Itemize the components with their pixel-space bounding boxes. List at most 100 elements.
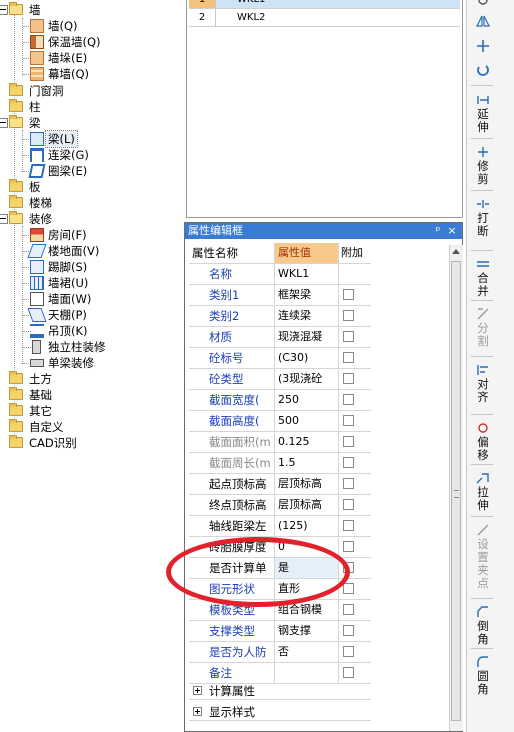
property-value[interactable]: (3现浇砼 (275, 369, 339, 389)
property-row[interactable]: 截面高度(500 (189, 411, 371, 432)
tree-item-wall[interactable]: 墙(Q) (0, 18, 170, 34)
toolbar-split-button[interactable]: 分割 (470, 308, 496, 348)
tree-item-column[interactable]: 柱 (0, 99, 170, 115)
tree-item-beam-category[interactable]: 梁 (0, 115, 170, 131)
property-row[interactable]: 类别1 框架梁 (189, 285, 371, 306)
property-value[interactable]: 组合钢模 (275, 600, 339, 620)
tree-item-floor[interactable]: 楼地面(V) (0, 243, 170, 259)
tree-item-insulation-wall[interactable]: 保温墙(Q) (0, 34, 170, 50)
collapse-icon[interactable] (0, 5, 8, 15)
property-row[interactable]: 是否计算单是 (189, 558, 371, 579)
property-group-row[interactable]: 显示样式 (189, 702, 371, 721)
tree-item-slab[interactable]: 板 (0, 179, 170, 195)
property-row[interactable]: 终点顶标高 层顶标高 (189, 495, 371, 516)
property-row[interactable]: 模板类型 组合钢模 (189, 600, 371, 621)
tree-item-column-decoration[interactable]: 独立柱装修 (0, 339, 170, 355)
property-row[interactable]: 砼类型 (3现浇砼 (189, 369, 371, 390)
tree-item-ring-beam[interactable]: 圈梁(E) (0, 163, 170, 179)
property-value[interactable]: 1.5 (275, 453, 339, 473)
tree-item-curtain-wall[interactable]: 幕墙(Q) (0, 66, 170, 82)
tree-item-door-window[interactable]: 门窗洞 (0, 83, 170, 99)
extra-checkbox[interactable] (343, 583, 354, 594)
extra-checkbox[interactable] (343, 520, 354, 531)
component-row[interactable]: 2 WKL2 (189, 9, 460, 27)
toolbar-fillet-button[interactable]: 圆角 (470, 656, 496, 696)
close-icon[interactable]: × (446, 223, 458, 239)
tree-item-cad-recognition[interactable]: CAD识别 (0, 435, 170, 451)
property-value[interactable]: 0.125 (275, 432, 339, 452)
property-row[interactable]: 材质 现浇混凝 (189, 327, 371, 348)
tree-item-suspended-ceiling[interactable]: 吊顶(K) (0, 323, 170, 339)
toolbar-offset-button[interactable]: 偏移 (470, 422, 496, 462)
extra-checkbox[interactable] (343, 331, 354, 342)
property-row[interactable]: 截面宽度(250 (189, 390, 371, 411)
extra-checkbox[interactable] (343, 415, 354, 426)
extra-checkbox[interactable] (343, 289, 354, 300)
property-value[interactable]: 0 (275, 537, 339, 557)
toolbar-stretch-button[interactable]: 拉伸 (470, 472, 496, 512)
toolbar-break-button[interactable]: 打断 (470, 198, 496, 238)
extra-checkbox[interactable] (343, 457, 354, 468)
property-value[interactable]: 500 (275, 411, 339, 431)
property-value[interactable]: 层顶标高 (275, 495, 339, 515)
property-scrollbar[interactable] (449, 245, 463, 731)
toolbar-top-icon[interactable] (470, 0, 496, 8)
extra-checkbox[interactable] (343, 667, 354, 678)
property-row[interactable]: 截面周长(m 1.5 (189, 453, 371, 474)
tree-item-dado[interactable]: 墙裙(U) (0, 275, 170, 291)
move-icon[interactable] (470, 40, 496, 54)
extra-checkbox[interactable] (343, 478, 354, 489)
collapse-icon[interactable] (0, 118, 8, 128)
rotate-icon[interactable] (470, 64, 496, 78)
tree-item-room[interactable]: 房间(F) (0, 227, 170, 243)
tree-item-stairs[interactable]: 楼梯 (0, 195, 170, 211)
property-value[interactable] (275, 663, 339, 683)
collapse-icon[interactable] (0, 214, 8, 224)
extra-checkbox[interactable] (343, 436, 354, 447)
scroll-thumb[interactable] (451, 261, 461, 721)
property-value[interactable]: 250 (275, 390, 339, 410)
property-value[interactable]: 框架梁 (275, 285, 339, 305)
scroll-up-icon[interactable] (452, 249, 460, 254)
tree-item-decoration-category[interactable]: 装修 (0, 211, 170, 227)
property-row[interactable]: 名称 WKL1 (189, 264, 371, 285)
tree-item-earthwork[interactable]: 土方 (0, 371, 170, 387)
property-row[interactable]: 砖胎膜厚度 0 (189, 537, 371, 558)
property-row[interactable]: 支撑类型 钢支撑 (189, 621, 371, 642)
extra-checkbox[interactable] (343, 625, 354, 636)
extra-checkbox[interactable] (343, 541, 354, 552)
extra-checkbox[interactable] (343, 562, 354, 573)
toolbar-extend-button[interactable]: 延伸 (470, 94, 496, 134)
property-value[interactable]: 否 (275, 642, 339, 662)
extra-checkbox[interactable] (343, 352, 354, 363)
toolbar-chamfer-button[interactable]: 倒角 (470, 606, 496, 646)
toolbar-trim-button[interactable]: 修剪 (470, 146, 496, 186)
property-row[interactable]: 图元形状 直形 (189, 579, 371, 600)
property-value[interactable]: 连续梁 (275, 306, 339, 326)
tree-item-skirting[interactable]: 踢脚(S) (0, 259, 170, 275)
toolbar-merge-button[interactable]: 合并 (470, 258, 496, 298)
tree-item-beam-decoration[interactable]: 单梁装修 (0, 355, 170, 371)
tree-item-beam[interactable]: 梁(L) (0, 130, 170, 148)
extra-checkbox[interactable] (343, 499, 354, 510)
pin-icon[interactable]: ᵖ (432, 223, 444, 239)
tree-item-wall-face[interactable]: 墙面(W) (0, 291, 170, 307)
property-row[interactable]: 是否为人防否 (189, 642, 371, 663)
property-group-row[interactable]: 计算属性 (189, 681, 371, 700)
extra-checkbox[interactable] (343, 310, 354, 321)
tree-item-ceiling[interactable]: 天棚(P) (0, 307, 170, 323)
tree-item-wall-category[interactable]: 墙 (0, 2, 170, 18)
extra-checkbox[interactable] (343, 373, 354, 384)
tree-item-other[interactable]: 其它 (0, 403, 170, 419)
property-value[interactable]: WKL1 (275, 264, 339, 284)
property-value[interactable]: 直形 (275, 579, 339, 599)
property-row[interactable]: 截面面积(m 0.125 (189, 432, 371, 453)
tree-item-foundation[interactable]: 基础 (0, 387, 170, 403)
component-row[interactable]: 1 WKL1 (189, 0, 460, 9)
tree-item-coupling-beam[interactable]: 连梁(G) (0, 147, 170, 163)
property-row[interactable]: 轴线距梁左 (125) (189, 516, 371, 537)
extra-checkbox[interactable] (343, 604, 354, 615)
property-row[interactable]: 起点顶标高 层顶标高 (189, 474, 371, 495)
mirror-icon[interactable] (470, 15, 496, 29)
property-row[interactable]: 类别2 连续梁 (189, 306, 371, 327)
